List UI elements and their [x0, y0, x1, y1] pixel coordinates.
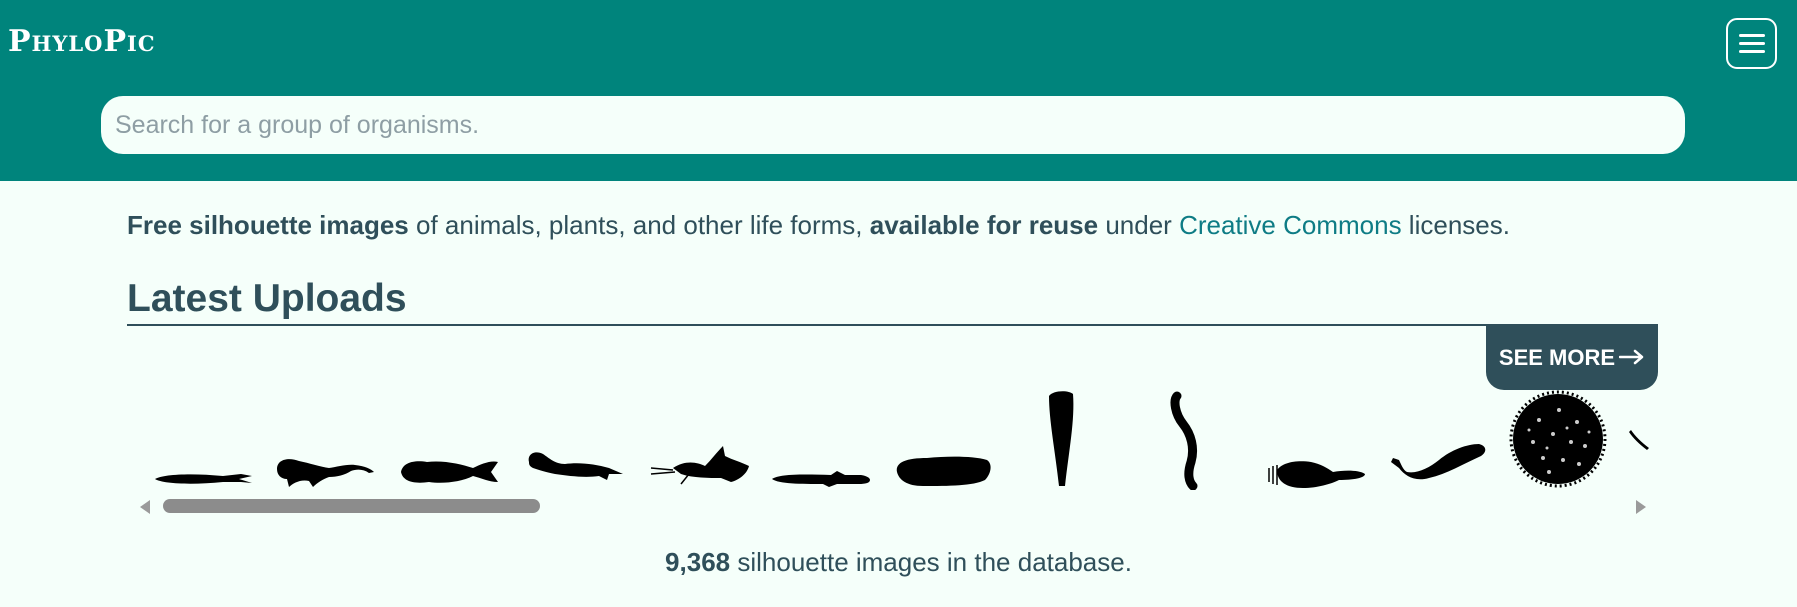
intro-bold-2: available for reuse	[869, 210, 1099, 240]
image-count: 9,368	[665, 547, 731, 577]
silhouette-catfish-3[interactable]	[525, 450, 625, 486]
see-more-label: SEE MORE	[1498, 344, 1616, 370]
intro-text-3: licenses.	[1401, 210, 1510, 240]
hamburger-menu-icon-bar	[1738, 42, 1765, 45]
silhouette-slender-fish[interactable]	[153, 470, 253, 488]
silhouette-catfish[interactable]	[275, 453, 375, 489]
latest-uploads-title: Latest Uploads	[127, 277, 407, 320]
image-count-text: silhouette images in the database.	[730, 547, 1132, 577]
search-input[interactable]	[101, 96, 1685, 154]
creative-commons-link[interactable]: Creative Commons	[1179, 210, 1402, 240]
silhouette-catfish-2[interactable]	[399, 454, 499, 488]
hamburger-menu-icon	[1738, 34, 1765, 37]
silhouette-tentacled-worm[interactable]	[1267, 456, 1367, 490]
latest-uploads-gallery	[127, 390, 1658, 490]
silhouette-pollen-grain[interactable]	[1509, 390, 1607, 488]
hamburger-menu-icon-bar	[1738, 50, 1765, 53]
silhouette-sea-cucumber[interactable]	[893, 452, 993, 488]
arrow-right-icon	[1618, 345, 1645, 371]
silhouette-fish-curved[interactable]	[1389, 442, 1489, 488]
scroll-right-icon[interactable]	[1636, 500, 1646, 514]
site-header: PhyloPic	[0, 0, 1797, 181]
intro-text-2: under	[1098, 210, 1180, 240]
menu-button[interactable]	[1726, 18, 1777, 69]
see-more-button[interactable]: SEE MORE	[1486, 325, 1658, 390]
title-divider	[127, 324, 1658, 326]
site-logo[interactable]: PhyloPic	[8, 22, 156, 62]
intro-text-1: of animals, plants, and other life forms…	[408, 210, 870, 240]
database-count: 9,368 silhouette images in the database.	[0, 545, 1797, 579]
silhouette-eel-fish[interactable]	[771, 470, 871, 488]
silhouette-worm-upright[interactable]	[1045, 390, 1077, 490]
gallery-scrollbar-thumb[interactable]	[163, 499, 540, 513]
intro-text: Free silhouette images of animals, plant…	[127, 208, 1510, 242]
scroll-left-icon[interactable]	[140, 500, 150, 514]
silhouette-partial[interactable]	[1627, 428, 1658, 468]
silhouette-segmented-worm[interactable]	[1167, 391, 1207, 490]
intro-bold-1: Free silhouette images	[127, 210, 409, 240]
silhouette-whiskered-catfish[interactable]	[650, 444, 751, 486]
